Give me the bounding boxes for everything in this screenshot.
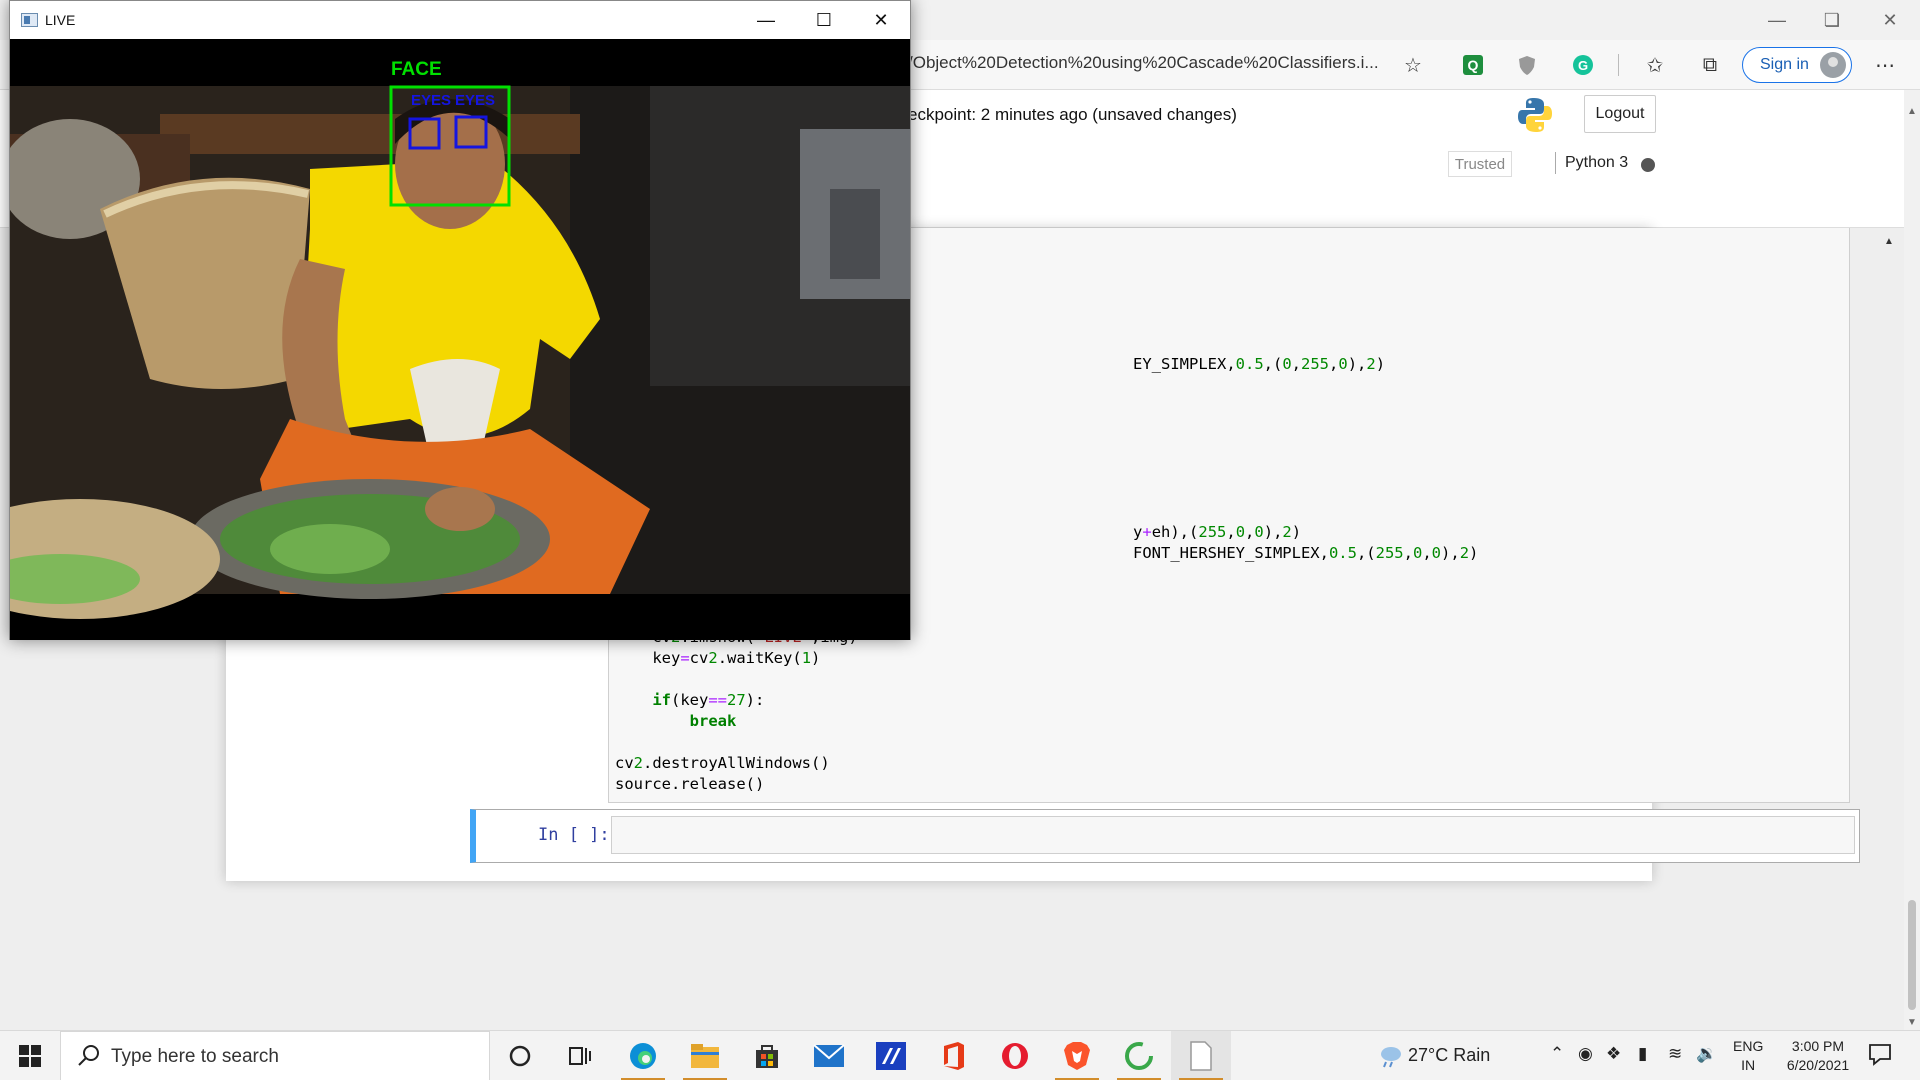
code-line: EY_SIMPLEX,0.5,(0,255,0),2) [1133, 355, 1386, 373]
taskbar-search[interactable]: Type here to search [60, 1031, 490, 1080]
kernel-divider [1555, 152, 1556, 174]
wifi-icon[interactable]: ≋ [1668, 1044, 1682, 1064]
scroll-up-arrow-icon[interactable]: ▲ [1907, 106, 1917, 117]
address-bar[interactable]: /Object%20Detection%20using%20Cascade%20… [908, 53, 1379, 73]
logout-button[interactable]: Logout [1584, 95, 1656, 133]
python-logo-icon [1517, 96, 1553, 134]
language-code: ENG [1733, 1038, 1764, 1054]
battery-icon[interactable]: ▮ [1638, 1044, 1647, 1064]
tray-notification-icon[interactable]: ❖ [1606, 1044, 1621, 1064]
page-scrollbar[interactable]: ▲ ▼ [1904, 90, 1920, 1030]
code-line: key=cv2.waitKey(1) [615, 649, 821, 667]
search-placeholder: Type here to search [111, 1046, 279, 1067]
cell-prompt: In [ ]: [538, 825, 610, 845]
code-line: if(key==27): [652, 691, 765, 709]
app-icon [21, 13, 38, 27]
shield-extension-icon[interactable] [1514, 52, 1540, 78]
browser-minimize-button[interactable]: — [1754, 0, 1800, 40]
code-line: y+eh),(255,0,0),2) [1133, 523, 1302, 541]
cortana-icon[interactable] [490, 1031, 550, 1080]
clock[interactable]: 3:00 PM 6/20/2021 [1778, 1037, 1858, 1075]
weather-icon[interactable] [1378, 1042, 1404, 1073]
cell-input[interactable] [611, 816, 1855, 854]
clock-date: 6/20/2021 [1786, 1057, 1850, 1073]
mail-icon[interactable] [799, 1031, 859, 1080]
brave-icon[interactable] [1047, 1031, 1107, 1080]
live-minimize-button[interactable]: — [737, 1, 795, 39]
svg-text:Q: Q [1468, 57, 1479, 73]
search-icon [77, 1044, 101, 1073]
live-video-frame: FACE EYES EYES [10, 39, 910, 640]
svg-text:G: G [1578, 58, 1588, 73]
toolbar-divider [1618, 54, 1619, 76]
windows-icon [19, 1045, 41, 1067]
eye-label-2: EYES [455, 92, 495, 109]
kernel-name[interactable]: Python 3 [1565, 154, 1628, 172]
live-titlebar[interactable]: LIVE — ☐ ✕ [10, 1, 910, 39]
store-icon[interactable] [737, 1031, 797, 1080]
task-view-icon[interactable] [550, 1031, 610, 1080]
code-line: cv2.destroyAllWindows() [615, 754, 830, 772]
opera-icon[interactable] [985, 1031, 1045, 1080]
kernel-status-icon [1641, 158, 1655, 172]
favorites-icon[interactable]: ✩ [1642, 52, 1668, 78]
browser-restore-button[interactable]: ❏ [1809, 0, 1855, 40]
live-window[interactable]: LIVE — ☐ ✕ FACE EYES EYES [9, 0, 911, 640]
eye-label-1: EYES [411, 92, 451, 109]
start-button[interactable] [0, 1031, 60, 1080]
code-line: FONT_HERSHEY_SIMPLEX,0.5,(255,0,0),2) [1133, 544, 1479, 562]
collections-icon[interactable]: ⧉ [1697, 52, 1723, 78]
sign-in-button[interactable]: Sign in [1742, 47, 1852, 83]
region-code: IN [1741, 1057, 1756, 1073]
code-line: source.release() [615, 775, 765, 793]
extension-q-icon[interactable]: Q [1460, 52, 1486, 78]
code-line: break [689, 712, 737, 730]
checkpoint-status: eckpoint: 2 minutes ago (unsaved changes… [908, 105, 1237, 124]
scroll-up-icon[interactable]: ▲ [1884, 236, 1894, 247]
live-window-title: LIVE [45, 12, 76, 28]
action-center-icon[interactable] [1868, 1042, 1892, 1071]
avatar [1820, 52, 1846, 78]
app-icon-blue[interactable] [861, 1031, 921, 1080]
trusted-indicator[interactable]: Trusted [1448, 151, 1512, 177]
face-label: FACE [391, 59, 442, 80]
sign-in-label: Sign in [1760, 56, 1809, 73]
scrollbar-thumb[interactable] [1908, 900, 1916, 1010]
empty-code-cell[interactable]: In [ ]: [470, 809, 1860, 863]
volume-icon[interactable]: 🔉 [1696, 1044, 1717, 1064]
clock-time: 3:00 PM [1791, 1038, 1845, 1054]
spinner-app-icon[interactable] [1109, 1031, 1169, 1080]
show-hidden-icons-chevron-icon[interactable]: ⌃ [1550, 1044, 1564, 1064]
browser-close-button[interactable]: ✕ [1867, 0, 1913, 40]
file-explorer-icon[interactable] [675, 1031, 735, 1080]
live-close-button[interactable]: ✕ [852, 1, 910, 39]
grammarly-icon[interactable]: G [1570, 52, 1596, 78]
tray-app-icon[interactable]: ◉ [1578, 1044, 1593, 1064]
live-maximize-button[interactable]: ☐ [795, 1, 853, 39]
edge-browser-icon[interactable] [613, 1031, 673, 1080]
office-icon[interactable] [923, 1031, 983, 1080]
document-icon[interactable] [1171, 1031, 1231, 1080]
favorite-add-icon[interactable]: ☆ [1400, 52, 1426, 78]
more-icon[interactable]: ⋯ [1872, 52, 1898, 78]
input-language[interactable]: ENG IN [1733, 1037, 1763, 1075]
scroll-down-arrow-icon[interactable]: ▼ [1907, 1017, 1917, 1028]
weather-text[interactable]: 27°C Rain [1408, 1045, 1490, 1066]
taskbar: Type here to search 27°C Rain ⌃ ◉ ❖ ▮ ≋ [0, 1030, 1920, 1080]
